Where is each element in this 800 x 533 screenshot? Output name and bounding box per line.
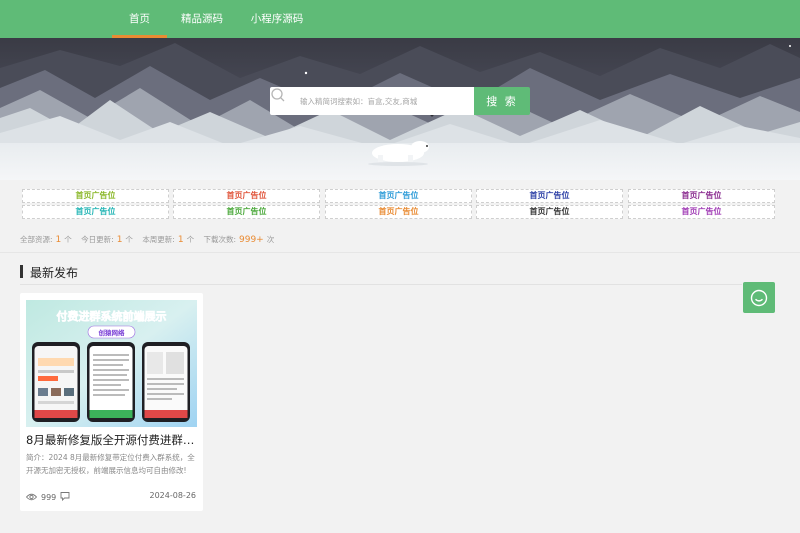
search-input[interactable] xyxy=(300,91,470,111)
phone-mockup xyxy=(142,342,190,422)
thumbnail-banner-subtitle: 创猿网络 xyxy=(98,328,126,337)
floating-chat-button[interactable] xyxy=(743,282,775,313)
card-title[interactable]: 8月最新修复版全开源付费进群系统 xyxy=(26,432,198,448)
stats-divider xyxy=(0,252,800,253)
search-box xyxy=(270,87,474,115)
nav-item-home[interactable]: 首页 xyxy=(112,0,167,38)
ad-slot[interactable]: 首页广告位 xyxy=(325,189,472,203)
thumbnail-banner-title: 付费进群系统前端展示 xyxy=(57,309,167,323)
top-nav: 首页 精品源码 小程序源码 xyxy=(0,0,800,38)
ad-slot[interactable]: 首页广告位 xyxy=(173,189,320,203)
ad-slot[interactable]: 首页广告位 xyxy=(628,205,775,219)
section-title-marker xyxy=(20,265,23,278)
stat-downloads-label: 下载次数: xyxy=(203,235,236,244)
stat-week-unit: 个 xyxy=(186,235,195,244)
stat-total-unit: 个 xyxy=(64,235,72,244)
card-description: 简介：2024 8月最新修复带定位付费入群系统，全开源无加密无授权，前端展示信息… xyxy=(26,453,195,475)
card-views: 999 xyxy=(26,491,56,503)
resource-card[interactable]: 付费进群系统前端展示 创猿网络 8月最新修复版全开源付费进群系统 简介：2024… xyxy=(20,293,203,511)
ad-slot[interactable]: 首页广告位 xyxy=(22,189,169,203)
phone-mockup xyxy=(87,342,135,422)
search-button[interactable]: 搜 索 xyxy=(474,87,530,115)
chat-smile-icon xyxy=(750,289,768,307)
card-thumbnail[interactable]: 付费进群系统前端展示 创猿网络 xyxy=(26,300,197,427)
search-icon xyxy=(271,88,285,102)
stat-today-value: 1 xyxy=(116,235,123,245)
ad-slot[interactable]: 首页广告位 xyxy=(628,189,775,203)
ad-slot[interactable]: 首页广告位 xyxy=(22,205,169,219)
stat-week-value: 1 xyxy=(177,235,184,245)
stat-today-unit: 个 xyxy=(125,235,133,244)
stat-downloads-value: 999+ xyxy=(239,235,264,245)
card-date: 2024-08-26 xyxy=(149,491,197,500)
card-view-count: 999 xyxy=(41,492,57,502)
eye-icon xyxy=(26,493,37,501)
site-stats: 全部资源: 1 个 今日更新: 1 个 本周更新: 1 个 下载次数: 999+ 次 xyxy=(20,234,274,246)
ad-slot[interactable]: 首页广告位 xyxy=(173,205,320,219)
section-title: 最新发布 xyxy=(30,266,79,280)
stat-downloads-unit: 次 xyxy=(266,235,275,244)
phone-mockup xyxy=(32,342,80,422)
section-divider xyxy=(20,284,742,285)
stat-total-label: 全部资源: xyxy=(20,235,53,244)
ad-slot[interactable]: 首页广告位 xyxy=(325,205,472,219)
comment-icon xyxy=(60,492,70,501)
stat-week-label: 本周更新: xyxy=(142,235,175,244)
stat-total-value: 1 xyxy=(55,235,62,245)
nav-item-miniapp-source[interactable]: 小程序源码 xyxy=(248,0,306,38)
ad-slot[interactable]: 首页广告位 xyxy=(476,205,623,219)
stat-today-label: 今日更新: xyxy=(81,235,114,244)
nav-item-premium-source[interactable]: 精品源码 xyxy=(176,0,228,38)
card-thumbnail-image: 付费进群系统前端展示 创猿网络 xyxy=(26,300,197,427)
ad-slot[interactable]: 首页广告位 xyxy=(476,189,623,203)
hero-banner: 搜 索 xyxy=(0,38,800,180)
